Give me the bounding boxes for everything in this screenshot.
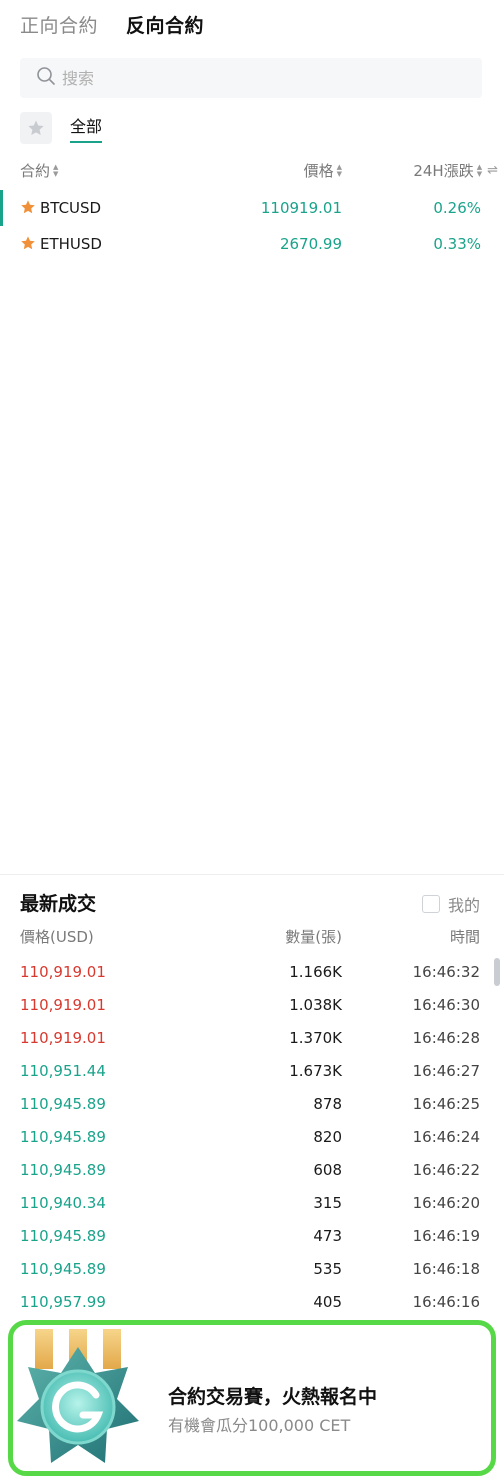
trades-header-time: 時間 xyxy=(449,928,480,946)
search-bar[interactable] xyxy=(20,58,482,98)
trade-quantity: 608 xyxy=(313,1161,342,1179)
trade-price: 110,945.89 xyxy=(20,1161,106,1179)
column-header-contract[interactable]: 合約 ▲ ▼ xyxy=(20,160,58,181)
market-row-ethusd[interactable]: ETHUSD 2670.99 0.33% xyxy=(0,226,504,262)
selected-indicator xyxy=(0,190,3,226)
trade-row: 110,945.89 473 16:46:19 xyxy=(0,1221,504,1253)
tab-inverse-contract[interactable]: 反向合約 xyxy=(126,11,204,38)
column-header-price[interactable]: 價格 ▲ ▼ xyxy=(304,160,342,181)
trade-row: 110,945.89 535 16:46:18 xyxy=(0,1254,504,1286)
trade-quantity: 535 xyxy=(313,1260,342,1278)
trade-time: 16:46:16 xyxy=(412,1293,480,1311)
star-icon[interactable] xyxy=(20,199,36,215)
trade-time: 16:46:28 xyxy=(412,1029,480,1047)
trade-price: 110,919.01 xyxy=(20,963,106,981)
star-icon[interactable] xyxy=(20,235,36,251)
trade-row: 110,945.89 608 16:46:22 xyxy=(0,1155,504,1187)
trade-quantity: 878 xyxy=(313,1095,342,1113)
trade-quantity: 820 xyxy=(313,1128,342,1146)
market-change: 0.26% xyxy=(433,199,481,217)
trade-row: 110,919.01 1.038K 16:46:30 xyxy=(0,990,504,1022)
trade-row: 110,919.01 1.166K 16:46:32 xyxy=(0,957,504,989)
latest-trades-title: 最新成交 xyxy=(20,893,97,915)
column-header-change-label: 24H漲跌 xyxy=(413,162,474,180)
trade-price: 110,919.01 xyxy=(20,1029,106,1047)
trade-price: 110,951.44 xyxy=(20,1062,106,1080)
trade-quantity: 473 xyxy=(313,1227,342,1245)
tab-forward-contract[interactable]: 正向合約 xyxy=(20,11,98,38)
promo-banner[interactable]: 合約交易賽，火熱報名中 有機會瓜分100,000 CET xyxy=(8,1320,496,1476)
market-symbol: BTCUSD xyxy=(40,199,102,217)
banner-subtitle: 有機會瓜分100,000 CET xyxy=(168,1416,351,1435)
trades-header-price: 價格(USD) xyxy=(20,928,94,946)
sort-icon: ▲ ▼ xyxy=(476,162,483,178)
trade-time: 16:46:27 xyxy=(412,1062,480,1080)
my-trades-toggle[interactable]: 我的 xyxy=(421,892,480,916)
column-header-change[interactable]: 24H漲跌 ▲ ▼ ⇌ xyxy=(413,160,498,181)
trade-row: 110,951.44 1.673K 16:46:27 xyxy=(0,1056,504,1088)
market-price: 2670.99 xyxy=(279,235,342,253)
banner-title: 合約交易賽，火熱報名中 xyxy=(168,1386,378,1408)
trade-quantity: 315 xyxy=(313,1194,342,1212)
trade-price: 110,945.89 xyxy=(20,1095,106,1113)
trade-price: 110,945.89 xyxy=(20,1128,106,1146)
trade-row: 110,919.01 1.370K 16:46:28 xyxy=(0,1023,504,1055)
category-all-tab[interactable]: 全部 xyxy=(70,113,103,143)
trade-price: 110,919.01 xyxy=(20,996,106,1014)
my-trades-checkbox[interactable] xyxy=(421,895,440,913)
trade-quantity: 1.038K xyxy=(289,996,342,1014)
trade-row: 110,945.89 878 16:46:25 xyxy=(0,1089,504,1121)
sort-icon: ▲ ▼ xyxy=(53,162,59,178)
search-input[interactable] xyxy=(62,68,442,88)
trade-time: 16:46:19 xyxy=(412,1227,480,1245)
trade-price: 110,957.99 xyxy=(20,1293,106,1311)
market-price: 110919.01 xyxy=(260,199,342,217)
trade-time: 16:46:22 xyxy=(412,1161,480,1179)
trade-row: 110,945.89 820 16:46:24 xyxy=(0,1122,504,1154)
contract-type-tabs: 正向合約 反向合約 xyxy=(20,8,204,40)
trades-header-qty: 數量(張) xyxy=(285,928,342,946)
trade-time: 16:46:25 xyxy=(412,1095,480,1113)
medal-icon xyxy=(17,1329,139,1463)
trade-price: 110,940.34 xyxy=(20,1194,106,1212)
trade-time: 16:46:30 xyxy=(412,996,480,1014)
trade-row: 110,957.99 405 16:46:16 xyxy=(0,1287,504,1319)
market-change: 0.33% xyxy=(433,235,481,253)
trade-quantity: 1.370K xyxy=(289,1029,342,1047)
trade-quantity: 1.673K xyxy=(289,1062,342,1080)
trades-scrollbar[interactable] xyxy=(494,958,500,986)
trade-quantity: 1.166K xyxy=(289,963,342,981)
trade-price: 110,945.89 xyxy=(20,1227,106,1245)
trade-time: 16:46:24 xyxy=(412,1128,480,1146)
trade-time: 16:46:18 xyxy=(412,1260,480,1278)
trade-quantity: 405 xyxy=(313,1293,342,1311)
swap-icon[interactable]: ⇌ xyxy=(487,163,498,178)
trade-time: 16:46:20 xyxy=(412,1194,480,1212)
section-divider xyxy=(0,874,504,875)
favorites-filter-button[interactable] xyxy=(20,112,52,144)
star-icon xyxy=(28,120,44,136)
market-row-btcusd[interactable]: BTCUSD 110919.01 0.26% xyxy=(0,190,504,226)
search-icon xyxy=(36,66,56,90)
market-symbol: ETHUSD xyxy=(40,235,102,253)
trade-price: 110,945.89 xyxy=(20,1260,106,1278)
column-header-price-label: 價格 xyxy=(303,162,334,180)
category-filter: 全部 xyxy=(20,110,103,146)
trade-row: 110,940.34 315 16:46:20 xyxy=(0,1188,504,1220)
column-header-contract-label: 合約 xyxy=(20,162,51,180)
sort-icon: ▲ ▼ xyxy=(336,162,342,178)
trade-time: 16:46:32 xyxy=(412,963,480,981)
my-trades-label: 我的 xyxy=(447,896,480,915)
